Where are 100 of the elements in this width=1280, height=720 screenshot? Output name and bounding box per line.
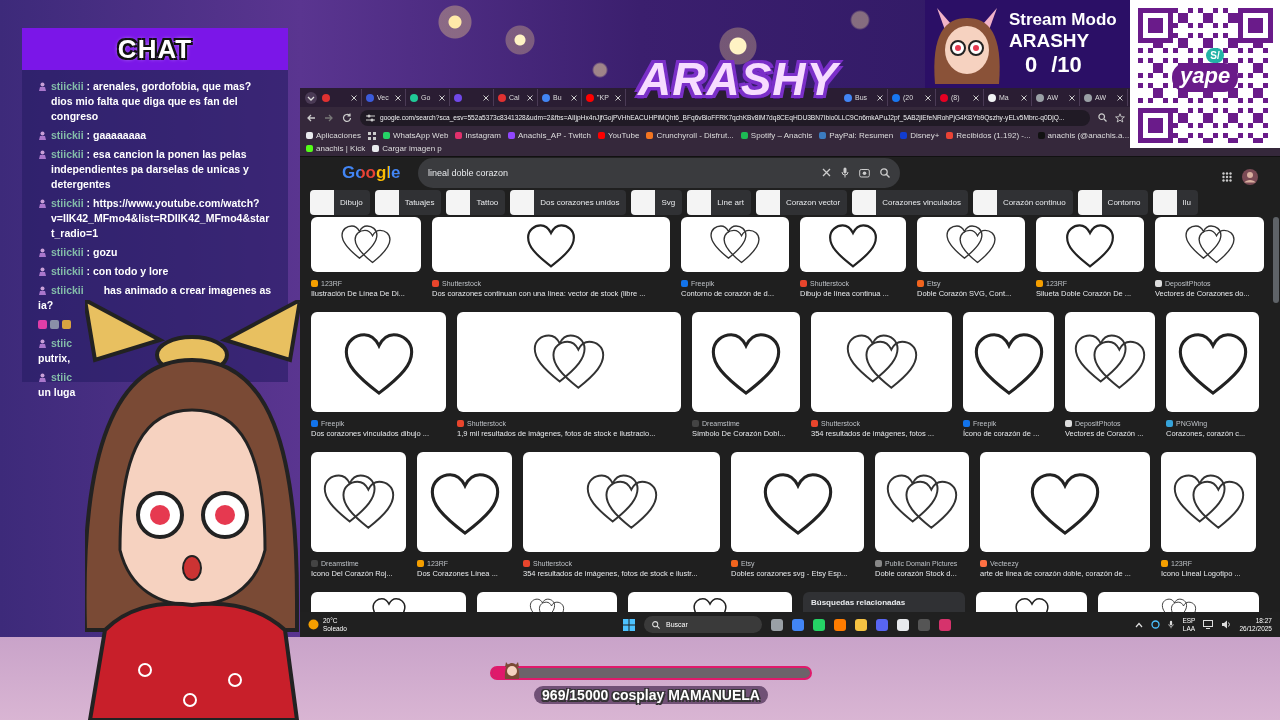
result-image[interactable] xyxy=(457,312,681,412)
result-image[interactable] xyxy=(1065,312,1155,412)
chip-thumbnail xyxy=(631,190,656,215)
result-image[interactable] xyxy=(1036,217,1144,272)
chip-thumbnail xyxy=(510,190,535,215)
filter-chip[interactable]: Tatuajes xyxy=(374,190,442,215)
close-icon[interactable] xyxy=(483,94,489,101)
result-image[interactable] xyxy=(523,452,720,552)
taskbar-app-icon[interactable] xyxy=(771,618,783,631)
close-icon[interactable] xyxy=(615,94,621,101)
taskbar-app-icon[interactable] xyxy=(813,618,825,631)
filter-chip[interactable]: Dibujo xyxy=(310,190,370,215)
taskbar-app-icon[interactable] xyxy=(897,618,909,631)
currency-badge: S/ xyxy=(1206,48,1224,63)
chat-username[interactable]: stiickii xyxy=(51,284,84,296)
result-image[interactable] xyxy=(800,217,906,272)
close-icon[interactable] xyxy=(1117,94,1123,101)
chip-thumbnail xyxy=(687,190,712,215)
profile-avatar-icon[interactable] xyxy=(1242,169,1258,185)
network-icon[interactable] xyxy=(1203,620,1214,629)
result-image[interactable] xyxy=(311,312,446,412)
search-icon xyxy=(652,620,660,629)
windows-start-icon[interactable] xyxy=(623,618,635,631)
filter-chip[interactable]: Line art xyxy=(687,190,751,215)
apps-grid-icon[interactable] xyxy=(367,131,376,140)
search-icon[interactable] xyxy=(880,167,890,178)
result-image[interactable] xyxy=(417,452,512,552)
chip-thumbnail xyxy=(972,190,997,215)
bookmark[interactable]: Anachis_AP - Twitch xyxy=(507,130,591,141)
result-image[interactable] xyxy=(311,217,421,272)
taskbar-app-icon[interactable] xyxy=(855,618,867,631)
microphone-icon[interactable] xyxy=(1168,620,1175,629)
filter-chip[interactable]: Corazones vinculados xyxy=(852,190,968,215)
microphone-icon[interactable] xyxy=(841,167,849,178)
filter-chip[interactable]: Dos corazones unidos xyxy=(510,190,627,215)
result-image[interactable] xyxy=(432,217,670,272)
search-field[interactable]: lineal doble corazon xyxy=(418,157,900,188)
back-icon[interactable] xyxy=(306,112,316,123)
bookmark[interactable]: Disney+ xyxy=(900,130,940,141)
result-image[interactable] xyxy=(917,217,1025,272)
bookmark[interactable]: Instagram xyxy=(455,130,501,141)
reload-icon[interactable] xyxy=(342,112,352,123)
close-icon[interactable] xyxy=(1021,94,1027,101)
chat-username[interactable]: stiic xyxy=(51,371,72,383)
bookmark[interactable]: Crunchyroll - Disfrut... xyxy=(646,130,734,141)
site-settings-icon[interactable] xyxy=(366,113,375,122)
result-image[interactable] xyxy=(731,452,864,552)
bookmark[interactable]: PayPal: Resumen xyxy=(819,130,894,141)
scrollbar-thumb[interactable] xyxy=(1273,217,1279,303)
filter-chip[interactable]: Corazon vector xyxy=(755,190,848,215)
result-image[interactable] xyxy=(980,452,1150,552)
dropdown-icon[interactable] xyxy=(304,91,318,104)
user-badge-icon xyxy=(38,286,47,295)
chat-message-text: putrix, xyxy=(38,351,72,366)
close-icon[interactable] xyxy=(925,94,931,101)
filter-chip[interactable]: Contorno xyxy=(1077,190,1148,215)
close-icon[interactable] xyxy=(439,94,445,101)
search-query: lineal doble corazon xyxy=(428,167,510,178)
chat-username[interactable]: stiic xyxy=(51,337,72,349)
filter-chip[interactable]: Svg xyxy=(631,190,683,215)
streamer-name: ARASHY xyxy=(1009,30,1091,52)
result-image[interactable] xyxy=(811,312,952,412)
bookmark[interactable]: Spotify – Anachis xyxy=(740,130,813,141)
filter-chip[interactable]: Corazón continuo xyxy=(972,190,1073,215)
apps-grid-icon[interactable] xyxy=(1222,172,1232,182)
bookmark[interactable]: anachis | Kick xyxy=(306,143,366,154)
forward-icon[interactable] xyxy=(324,112,334,123)
close-icon[interactable] xyxy=(395,94,401,101)
result-image[interactable] xyxy=(692,312,800,412)
result-image[interactable] xyxy=(963,312,1054,412)
filter-chip[interactable]: Ilu xyxy=(1152,190,1198,215)
bookmark[interactable]: WhatsApp Web xyxy=(382,130,449,141)
star-icon[interactable] xyxy=(1115,112,1125,123)
bookmark[interactable]: Recibidos (1.192) -... xyxy=(946,130,1031,141)
bookmark[interactable]: anachis (@anachis.a... xyxy=(1037,130,1130,141)
bookmark[interactable]: Aplicaciones xyxy=(306,130,361,141)
camera-icon[interactable] xyxy=(859,167,870,178)
zoom-icon[interactable] xyxy=(1098,113,1107,122)
volume-icon[interactable] xyxy=(1221,620,1232,629)
close-icon[interactable] xyxy=(973,94,979,101)
close-icon[interactable] xyxy=(877,94,883,101)
result-image[interactable] xyxy=(681,217,789,272)
chip-thumbnail xyxy=(374,190,399,215)
sync-icon[interactable] xyxy=(1151,620,1161,629)
close-icon[interactable] xyxy=(527,94,533,101)
chat-title: CHAT xyxy=(117,33,193,65)
close-icon[interactable] xyxy=(351,94,357,101)
taskbar-app-icon[interactable] xyxy=(834,618,846,631)
result-image[interactable] xyxy=(1161,452,1256,552)
result-image[interactable] xyxy=(1155,217,1264,272)
result-image[interactable] xyxy=(311,452,406,552)
result-image[interactable] xyxy=(875,452,969,552)
chevron-up-icon[interactable] xyxy=(1135,621,1144,628)
result-image[interactable] xyxy=(1166,312,1259,412)
bookmark[interactable]: Cargar imagen p xyxy=(372,143,442,154)
close-icon[interactable] xyxy=(1069,94,1075,101)
filter-chip[interactable]: Tattoo xyxy=(446,190,506,215)
bookmark[interactable]: YouTube xyxy=(598,130,640,141)
close-icon[interactable] xyxy=(571,94,577,101)
clear-icon[interactable] xyxy=(822,168,831,177)
